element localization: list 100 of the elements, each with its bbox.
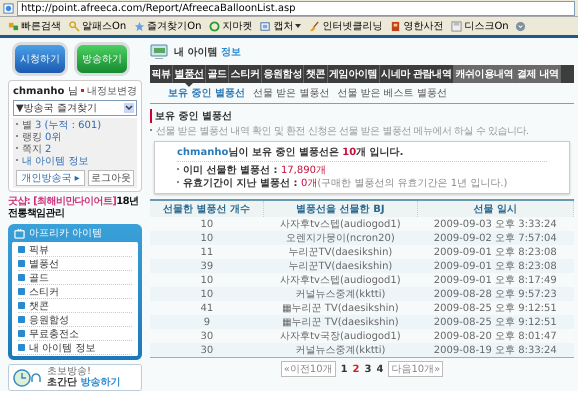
page-link[interactable]: 2 <box>352 364 360 374</box>
section-title: 보유 중인 별풍선 <box>150 109 232 123</box>
page-link[interactable]: 3 <box>364 364 372 374</box>
table-cell: 커널뉴스중계(kktti) <box>264 343 418 358</box>
tv-button[interactable]: 시청하기 <box>12 42 68 76</box>
table-cell: 2009-09-03 오후 3:33:24 <box>417 217 574 231</box>
section-note: 선물 받은 별풍선 내역 확인 및 환전 신청은 선물 받은 별풍선 메뉴에서 하실 수 있습니다. <box>150 124 529 138</box>
table-cell: 2009-09-01 오후 8:23:08 <box>417 259 574 273</box>
table-cell: 2009-08-28 오후 9:57:23 <box>417 287 574 301</box>
toolbar-button[interactable]: 디스크On <box>449 19 511 33</box>
sidebar-item[interactable]: 내 아이템 정보 <box>18 341 132 355</box>
address-field[interactable]: http://point.afreeca.com/Report/AfreecaBalloonList.asp <box>17 0 575 16</box>
sub-tab[interactable]: 선물 받은 별풍선 <box>252 86 330 100</box>
star-icon <box>134 20 146 32</box>
page-link[interactable]: 4 <box>376 364 384 374</box>
nav-tab[interactable]: 골드 <box>206 65 230 83</box>
table-cell: 2009-09-01 오후 8:17:49 <box>417 273 574 287</box>
nav-tab[interactable]: 챗콘 <box>304 65 328 83</box>
broom-icon <box>309 20 320 32</box>
table-cell: 사자후tv스텝(audiogod1) <box>264 217 418 231</box>
small-button[interactable]: 개인방송국 ▸ <box>16 170 85 186</box>
table-cell: 41 <box>150 301 264 315</box>
sidebar-item[interactable]: 골드 <box>18 271 132 285</box>
square-bullet-icon <box>18 316 25 323</box>
square-bullet-icon <box>18 288 25 295</box>
summary-line: 이미 선물한 별풍선 : 17,890개 <box>177 164 547 177</box>
table-cell: 10 <box>150 231 264 245</box>
user-name: chmanho 님 <box>13 85 78 98</box>
table-cell: 사자후tv국장(audiogod1) <box>264 329 418 343</box>
sidebar-item[interactable]: 챗콘 <box>18 299 132 313</box>
monitor-icon <box>150 44 170 60</box>
nav-tab[interactable]: 게임아이템 <box>328 65 380 83</box>
dropdown-icon <box>124 103 134 113</box>
square-bullet-icon <box>18 330 25 337</box>
table-cell: 누리꾼TV(daesikshin) <box>264 259 418 273</box>
sidebar-item[interactable]: 스티커 <box>18 285 132 299</box>
square-bullet-icon <box>18 274 25 281</box>
edit-profile-link[interactable]: 내정보변경 <box>81 84 137 98</box>
table-cell: 11 <box>150 245 264 259</box>
column-header: 선물 일시 <box>417 200 574 217</box>
nav-tab[interactable]: 스티커 <box>229 65 262 83</box>
toolbar-button[interactable]: 인터넷클리닝 <box>307 19 384 33</box>
page-link[interactable]: 1 <box>340 364 348 374</box>
banner-caption: 초보방송! <box>47 366 92 377</box>
page-icon <box>3 2 14 14</box>
nav-tab[interactable]: 캐쉬이용내역 <box>454 65 516 83</box>
sidebar-item[interactable]: 별풍선 <box>18 257 132 271</box>
table-cell: 2009-08-19 오후 8:33:24 <box>417 343 574 358</box>
table-cell: 2009-09-01 오후 8:23:08 <box>417 245 574 259</box>
sub-tab[interactable]: 보유 중인 별풍선 <box>168 86 245 100</box>
stat-line: 쪽지 2 <box>16 144 134 156</box>
panel-title: 아프리카 아이템 <box>29 227 102 240</box>
book-icon <box>390 20 402 32</box>
puzzle-icon <box>8 20 19 32</box>
column-header: 별풍선을 선물한 BJ <box>264 200 418 217</box>
table-cell: 10 <box>150 273 264 287</box>
toolbar-button[interactable]: 즐겨찾기On <box>132 19 204 33</box>
nav-tab[interactable]: 픽뷰 <box>150 65 174 83</box>
table-cell: 2009-08-25 오후 9:12:51 <box>417 301 574 315</box>
toolbar-button[interactable]: 영한사전 <box>388 19 446 33</box>
next-page-button[interactable]: 다음10개» <box>388 361 444 377</box>
square-bullet-icon <box>18 344 25 351</box>
banner-text: 초간단 방송하기 <box>47 377 120 389</box>
column-header: 선물한 별풍선 개수 <box>150 200 264 217</box>
quick-broadcast-banner[interactable]: 초보방송! 초간단 방송하기 <box>8 364 142 391</box>
square-bullet-icon <box>18 260 25 267</box>
square-bullet-icon <box>18 302 25 309</box>
table-cell: 커널뉴스중계(kktti) <box>264 287 418 301</box>
nav-tab[interactable]: 응원함성 <box>262 65 304 83</box>
favorites-select[interactable]: ▼방송국 즐겨찾기 <box>13 100 137 116</box>
sidebar-item[interactable]: 무료충전소 <box>18 327 132 341</box>
stat-line: 내 아이템 정보 <box>16 156 134 168</box>
capture-icon <box>260 20 272 32</box>
square-bullet-icon <box>18 246 25 253</box>
table-cell: ▦누리꾼 TV(daesikshin) <box>264 315 418 329</box>
toolbar-button[interactable]: 알패스On <box>67 19 128 33</box>
tv-icon <box>14 228 25 238</box>
clock-headset-icon <box>13 368 43 388</box>
small-button[interactable]: 로그아웃 <box>88 170 134 186</box>
toolbar-button[interactable]: 지마켓 <box>207 19 254 33</box>
table-cell: 10 <box>150 217 264 231</box>
table-cell: 오렌지가뭉이(ncron20) <box>264 231 418 245</box>
table-cell: 9 <box>150 315 264 329</box>
nav-tab[interactable]: 결제 내역 <box>516 65 562 83</box>
toolbar-button[interactable]: 빠른검색 <box>6 19 63 33</box>
table-cell: 누리꾼TV(daesikshin) <box>264 245 418 259</box>
table-cell: 2009-09-02 오후 7:57:04 <box>417 231 574 245</box>
table-cell: 2009-08-25 오후 9:12:51 <box>417 315 574 329</box>
more-icon[interactable] <box>514 20 526 32</box>
promo-text[interactable]: 굿샵: [최해비만다이어트]18년전통책임관리 <box>8 196 142 220</box>
table-cell: 2009-08-20 오후 8:01:47 <box>417 329 574 343</box>
summary-text: chmanho님이 보유 중인 별풍선은 10개 입니다. <box>177 145 547 162</box>
table-cell: 39 <box>150 259 264 273</box>
sub-tab[interactable]: 선물 받은 베스트 별풍선 <box>337 86 447 100</box>
prev-page-button[interactable]: «이전10개 <box>280 361 336 377</box>
table-cell: 30 <box>150 329 264 343</box>
sidebar-item[interactable]: 응원함성 <box>18 313 132 327</box>
page-title: 내 아이템 정보 <box>174 46 241 59</box>
toolbar-button[interactable]: 캡처 <box>258 19 304 33</box>
sidebar-item[interactable]: 픽뷰 <box>18 243 132 257</box>
